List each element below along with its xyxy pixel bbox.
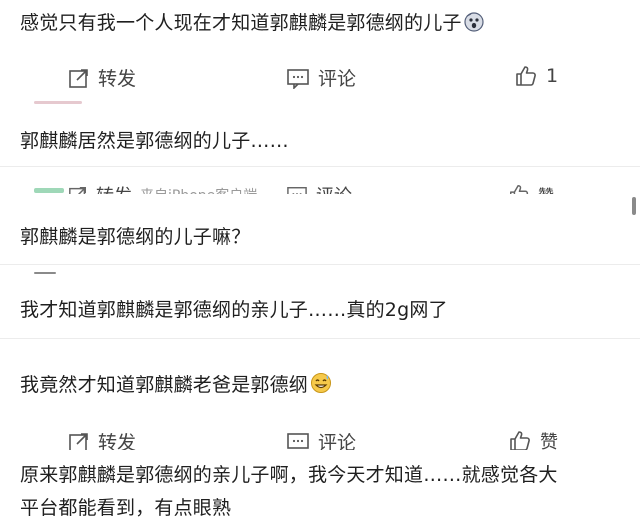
like-button[interactable]: 赞	[508, 182, 554, 194]
repost-label: 转发	[98, 432, 137, 450]
comment-1-body: 感觉只有我一个人现在才知道郭麒麟是郭德纲的儿子	[20, 12, 462, 34]
scrollbar-thumb[interactable]	[632, 197, 636, 215]
thumbs-up-icon	[508, 429, 532, 450]
repost-button[interactable]: 转发 来自iPhone客户端	[68, 182, 257, 194]
repost-icon	[68, 67, 90, 89]
avatar	[34, 272, 56, 274]
like-label: 赞	[540, 432, 558, 450]
comment-text-5: 我竟然才知道郭麒麟老爸是郭德纲	[20, 370, 332, 399]
comment-label: 评论	[318, 68, 357, 90]
avatar	[34, 188, 64, 193]
divider	[0, 338, 640, 339]
comment-text-4: 我才知道郭麒麟是郭德纲的亲儿子……真的2g网了	[20, 299, 448, 321]
thumbs-up-icon	[508, 183, 530, 194]
repost-icon	[68, 185, 88, 194]
repost-label: 转发	[96, 182, 132, 194]
repost-label: 转发	[98, 68, 137, 90]
action-bar-3: 转发 评论 赞	[0, 424, 640, 450]
comment-label: 评论	[316, 182, 352, 194]
like-button[interactable]: 1	[514, 64, 558, 88]
like-count: 1	[546, 65, 559, 87]
avatar	[34, 101, 82, 104]
comment-button[interactable]: 评论	[286, 64, 356, 91]
comment-button[interactable]: 评论	[286, 182, 352, 194]
comment-text-2: 郭麒麟居然是郭德纲的儿子……	[20, 130, 289, 152]
action-bar-1: 转发 评论 1	[0, 58, 640, 98]
comment-text-6-line-2: 平台都能看到，有点眼熟	[20, 497, 232, 519]
comment-label: 评论	[318, 432, 357, 450]
comment-icon	[286, 185, 308, 194]
repost-button[interactable]: 转发	[68, 64, 136, 91]
comment-text-6-line-1: 原来郭麒麟是郭德纲的亲儿子啊，我今天才知道……就感觉各大	[20, 464, 558, 486]
action-bar-2: 转发 来自iPhone客户端 评论 赞	[0, 172, 640, 194]
repost-button[interactable]: 转发	[68, 428, 136, 450]
comment-button[interactable]: 评论	[286, 428, 356, 450]
repost-icon	[68, 431, 90, 450]
comment-icon	[286, 431, 310, 451]
comment-5-body: 我竟然才知道郭麒麟老爸是郭德纲	[20, 374, 309, 396]
source-label: 来自iPhone客户端	[140, 185, 257, 194]
divider	[0, 264, 640, 265]
like-label: 赞	[538, 182, 554, 194]
comment-text-3: 郭麒麟是郭德纲的儿子嘛？	[20, 226, 251, 248]
surprised-face-emoji-icon	[464, 12, 484, 37]
comment-icon	[286, 67, 310, 89]
thumbs-up-icon	[514, 64, 538, 88]
grinning-sweat-emoji-icon	[310, 372, 332, 399]
divider	[0, 166, 640, 167]
like-button[interactable]: 赞	[508, 428, 558, 450]
comment-text-1: 感觉只有我一个人现在才知道郭麒麟是郭德纲的儿子	[20, 8, 484, 37]
